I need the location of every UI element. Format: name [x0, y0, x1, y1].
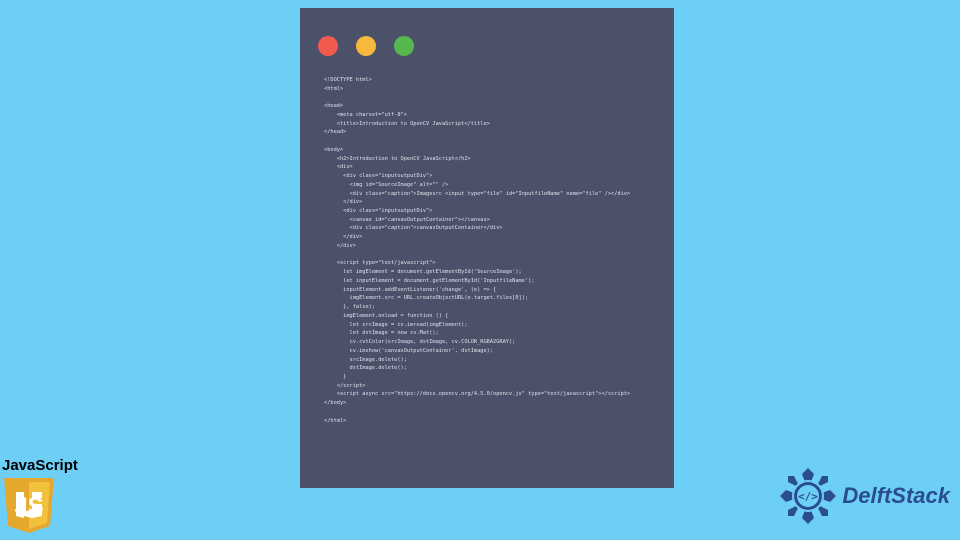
js-shield-icon: JS: [2, 476, 56, 534]
delftstack-text: DelftStack: [842, 483, 950, 509]
minimize-icon[interactable]: [356, 36, 376, 56]
maximize-icon[interactable]: [394, 36, 414, 56]
traffic-lights: [300, 8, 674, 72]
code-content: <!DOCTYPE html> <html> <head> <meta char…: [300, 72, 674, 429]
close-icon[interactable]: [318, 36, 338, 56]
svg-text:</>: </>: [798, 490, 818, 503]
javascript-label: JavaScript: [2, 457, 78, 474]
code-window: <!DOCTYPE html> <html> <head> <meta char…: [300, 8, 674, 488]
javascript-logo: JavaScript JS: [2, 457, 78, 534]
svg-text:JS: JS: [14, 493, 43, 520]
gear-icon: </>: [778, 466, 838, 526]
delftstack-logo: </> DelftStack: [778, 466, 950, 526]
